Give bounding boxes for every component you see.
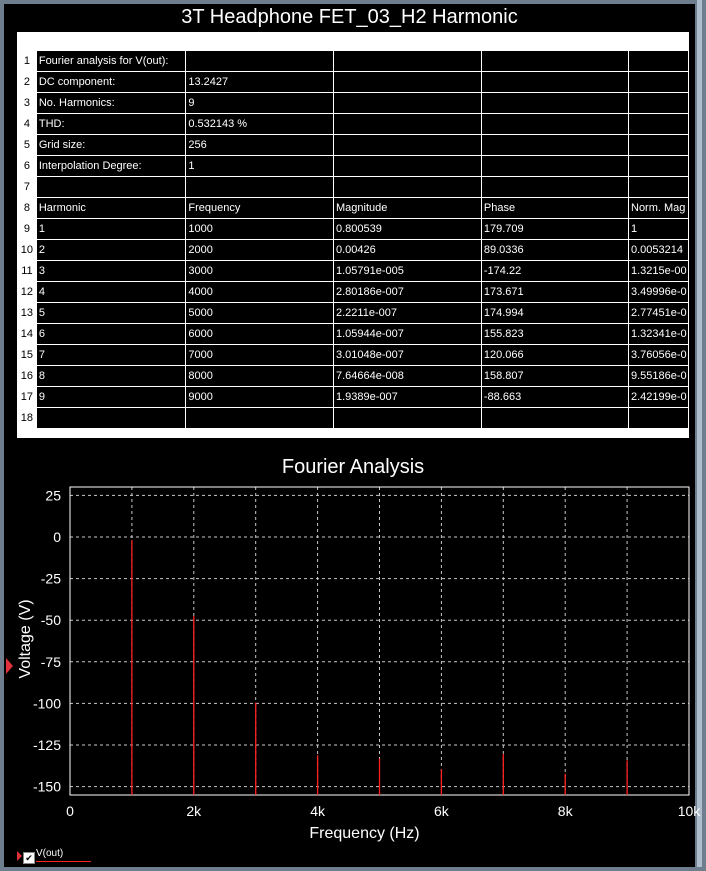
x-tick-label: 4k	[310, 803, 326, 819]
y-tick-label: -125	[33, 737, 61, 753]
fourier-chart: 0 2k 4k 6k 8k 10k 25 0 -25 -50 -75 -100 -125 -150 Freq…	[17, 486, 702, 842]
x-axis-label: Frequency (Hz)	[309, 825, 419, 842]
x-tick-label: 0	[66, 803, 74, 819]
plot-area-border	[69, 486, 690, 796]
cursor-marker[interactable]	[6, 658, 13, 674]
y-axis-label: Voltage (V)	[17, 599, 34, 678]
x-tick-label: 2k	[186, 803, 202, 819]
y-tick-label: -75	[41, 654, 61, 670]
y-tick-label: -25	[41, 571, 61, 587]
y-tick-label: 0	[53, 529, 61, 545]
y-tick-label: -50	[41, 612, 61, 628]
x-tick-label: 6k	[434, 803, 450, 819]
x-tick-label: 10k	[678, 803, 702, 819]
legend-checkbox[interactable]: ✔	[23, 852, 35, 864]
y-tick-label: 25	[45, 487, 61, 503]
y-tick-label: -100	[33, 695, 61, 711]
y-tick-label: -150	[33, 779, 61, 795]
legend-label: V(out)	[36, 848, 64, 859]
legend-line	[36, 861, 91, 862]
chart-legend[interactable]: ✔ V(out)	[17, 848, 91, 864]
legend-marker-icon	[17, 851, 22, 861]
x-tick-label: 8k	[558, 803, 574, 819]
